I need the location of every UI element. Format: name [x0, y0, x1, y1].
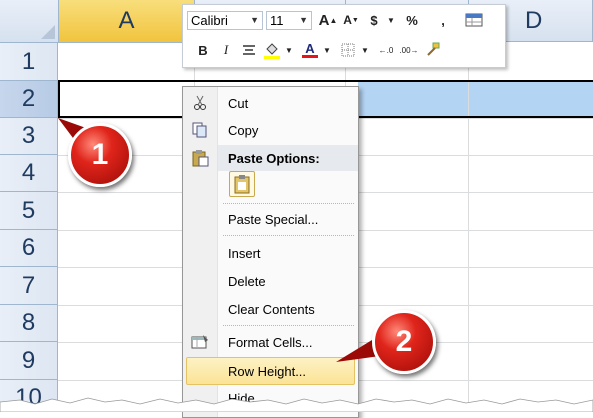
torn-edge: [0, 397, 593, 412]
callout-pointers: [58, 118, 380, 362]
callout-badge-2: 2: [372, 310, 436, 374]
callout-badge-1: 1: [68, 123, 132, 187]
